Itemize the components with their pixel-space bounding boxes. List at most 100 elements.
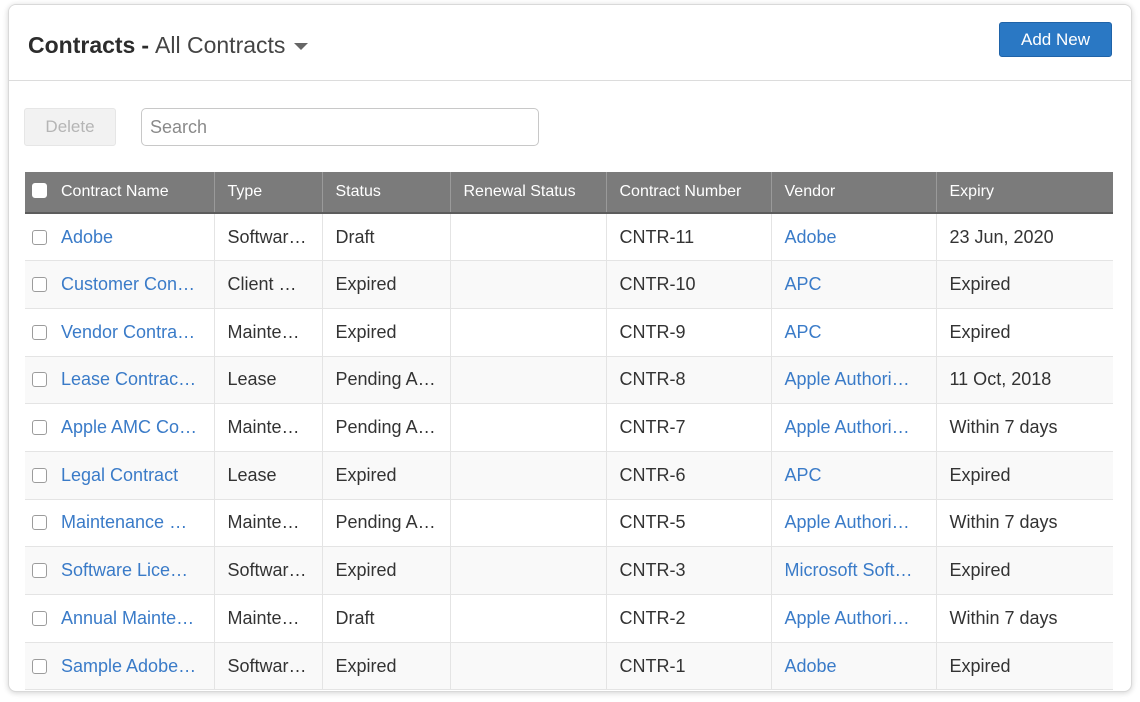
cell-status: Draft [322,594,451,643]
cell-type: Mainte… [214,308,323,357]
contract-name-link[interactable]: Lease Contrac… [61,369,196,390]
vendor-link[interactable]: Adobe [785,656,837,676]
table-row[interactable]: Vendor Contra… Mainte… Expired CNTR-9 APC Exp… [25,308,1113,357]
cell-status: Expired [322,260,451,309]
row-checkbox[interactable] [32,372,47,388]
table-row[interactable]: Adobe Softwar… Draft CNTR-11 Adobe 23 Jun, 20… [25,213,1113,262]
row-checkbox[interactable] [32,610,47,626]
contract-name-link[interactable]: Customer Con… [61,274,195,295]
column-header-expiry[interactable]: Expiry [936,172,1113,213]
contracts-table-container: Contract Name Type Status Renewal Status… [25,172,1113,691]
cell-renewal-status [450,499,607,548]
row-checkbox[interactable] [32,324,47,340]
contract-name-link[interactable]: Apple AMC Co… [61,417,197,438]
cell-contract-number: CNTR-1 [606,642,772,691]
vendor-link[interactable]: Apple Authori… [785,512,910,532]
vendor-link[interactable]: APC [785,465,822,485]
table-row[interactable]: Maintenance … Mainte… Pending A… CNTR-5 Appl… [25,499,1113,548]
cell-vendor: Apple Authori… [771,403,937,452]
table-header-row: Contract Name Type Status Renewal Status… [25,172,1113,213]
column-header-type[interactable]: Type [214,172,323,213]
cell-expiry: Within 7 days [936,499,1113,548]
cell-expiry: 23 Jun, 2020 [936,213,1113,262]
cell-status: Expired [322,546,451,595]
cell-type: Lease [214,356,323,405]
contract-name-link[interactable]: Software Lice… [61,560,188,581]
contract-name-link[interactable]: Sample Adobe… [61,656,196,677]
cell-status: Expired [322,451,451,500]
cell-type: Softwar… [214,546,323,595]
cell-vendor: Apple Authori… [771,499,937,548]
contract-name-link[interactable]: Vendor Contra… [61,322,195,343]
vendor-link[interactable]: Apple Authori… [785,608,910,628]
cell-renewal-status [450,213,607,262]
cell-renewal-status [450,260,607,309]
cell-type: Softwar… [214,213,323,262]
cell-contract-name: Customer Con… [25,260,215,309]
column-header-status[interactable]: Status [322,172,451,213]
table-row[interactable]: Sample Adobe… Softwar… Expired CNTR-1 Adobe E… [25,642,1113,691]
cell-expiry: Expired [936,260,1113,309]
contract-name-link[interactable]: Adobe [61,227,113,248]
vendor-link[interactable]: APC [785,322,822,342]
view-selector-label[interactable]: All Contracts [155,31,285,59]
cell-vendor: Adobe [771,213,937,262]
page-title-module: Contracts [28,32,136,58]
row-checkbox[interactable] [32,658,47,674]
row-checkbox[interactable] [32,563,47,579]
column-header-renewal-status[interactable]: Renewal Status [450,172,607,213]
cell-status: Expired [322,642,451,691]
table-row[interactable]: Lease Contrac… Lease Pending A… CNTR-8 Apple… [25,356,1113,405]
cell-status: Pending A… [322,356,451,405]
cell-expiry: Within 7 days [936,594,1113,643]
cell-renewal-status [450,451,607,500]
contracts-table: Contract Name Type Status Renewal Status… [25,172,1113,691]
cell-contract-number: CNTR-10 [606,260,772,309]
table-row[interactable]: Annual Mainte… Mainte… Draft CNTR-2 Apple Au… [25,594,1113,643]
chevron-down-icon[interactable] [294,43,309,50]
cell-renewal-status [450,546,607,595]
add-new-button[interactable]: Add New [999,22,1112,57]
table-row[interactable]: Legal Contract Lease Expired CNTR-6 APC Expir… [25,451,1113,500]
contracts-window: Contracts - All Contracts Add New Delete… [8,4,1132,692]
cell-expiry: Expired [936,451,1113,500]
cell-type: Client C… [214,260,323,309]
page-title-separator: - [141,32,150,58]
cell-contract-number: CNTR-5 [606,499,772,548]
vendor-link[interactable]: Microsoft Soft… [785,560,913,580]
page-header: Contracts - All Contracts Add New [9,5,1131,81]
column-header-vendor[interactable]: Vendor [771,172,937,213]
search-input[interactable] [141,108,539,146]
contract-name-link[interactable]: Legal Contract [61,465,178,486]
row-checkbox[interactable] [32,515,47,531]
cell-expiry: Within 7 days [936,403,1113,452]
table-row[interactable]: Customer Con… Client C… Expired CNTR-10 APC E… [25,260,1113,309]
vendor-link[interactable]: APC [785,274,822,294]
select-all-checkbox[interactable] [32,183,47,198]
contract-name-link[interactable]: Maintenance … [61,512,187,533]
row-checkbox[interactable] [32,277,47,293]
vendor-link[interactable]: Apple Authori… [785,417,910,437]
column-header-contract-name[interactable]: Contract Name [25,172,215,213]
cell-status: Expired [322,308,451,357]
delete-button[interactable]: Delete [24,108,116,146]
row-checkbox[interactable] [32,420,47,436]
cell-contract-name: Lease Contrac… [25,356,215,405]
cell-contract-name: Apple AMC Co… [25,403,215,452]
contract-name-link[interactable]: Annual Mainte… [61,608,194,629]
table-body: Adobe Softwar… Draft CNTR-11 Adobe 23 Jun, 20… [25,213,1113,691]
column-header-contract-number[interactable]: Contract Number [606,172,772,213]
row-checkbox[interactable] [32,229,47,245]
cell-vendor: APC [771,308,937,357]
vendor-link[interactable]: Apple Authori… [785,369,910,389]
cell-contract-number: CNTR-8 [606,356,772,405]
cell-contract-number: CNTR-11 [606,213,772,262]
cell-contract-number: CNTR-7 [606,403,772,452]
cell-vendor: Apple Authori… [771,594,937,643]
vendor-link[interactable]: Adobe [785,227,837,247]
table-row[interactable]: Apple AMC Co… Mainte… Pending A… CNTR-7 Appl… [25,403,1113,452]
cell-expiry: Expired [936,546,1113,595]
row-checkbox[interactable] [32,467,47,483]
table-row[interactable]: Software Lice… Softwar… Expired CNTR-3 Micro… [25,546,1113,595]
cell-vendor: APC [771,451,937,500]
